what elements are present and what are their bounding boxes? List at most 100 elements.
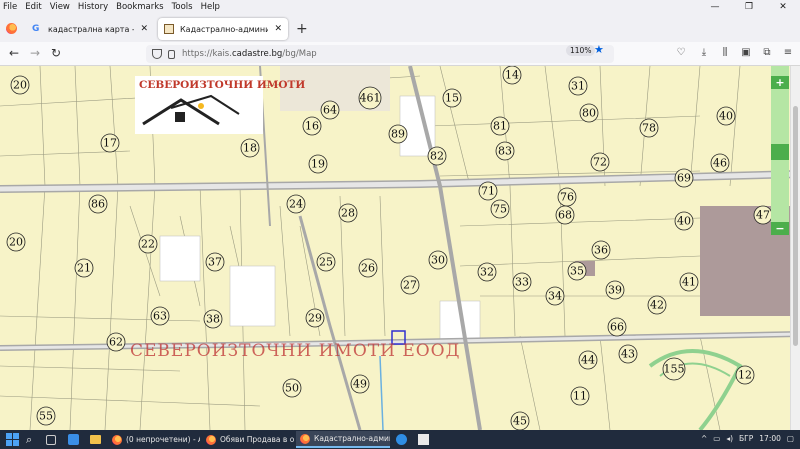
library-icon[interactable]: ⫼: [718, 47, 732, 58]
url-bar[interactable]: https://kais.cadastre.bg/bg/Map: [146, 45, 614, 63]
zoom-slider-handle[interactable]: [771, 144, 789, 160]
parcel-number-label: 76: [560, 191, 574, 204]
zoom-in-button[interactable]: +: [771, 76, 789, 89]
parcel-number-label: 19: [311, 158, 325, 171]
parcel-number-label: 55: [39, 410, 53, 423]
parcel-number-label: 86: [91, 198, 105, 211]
pocket-icon[interactable]: ♡: [674, 47, 688, 58]
taskbar-app-cadastre[interactable]: Кадастрално-админ...: [296, 431, 390, 448]
parcel-number-label: 38: [206, 313, 220, 326]
vertical-scrollbar[interactable]: [790, 66, 800, 430]
menu-history[interactable]: History: [78, 2, 108, 12]
sidebar-icon[interactable]: ▣: [739, 47, 753, 58]
map-canvas[interactable]: 20 17 86 20 21 22 37 62 63 38 55 64 461 16 18 19 24 28 25 2…: [0, 66, 800, 430]
zoom-out-button[interactable]: −: [771, 222, 789, 235]
parcel-number-label: 33: [515, 276, 529, 289]
parcel-number-label: 89: [391, 128, 405, 141]
volume-icon[interactable]: ◂): [726, 434, 733, 443]
chevron-up-icon[interactable]: ^: [701, 434, 707, 443]
parcel-number-label: 22: [141, 238, 155, 251]
navigation-bar: ← → ↻ https://kais.cadastre.bg/bg/Map 11…: [0, 42, 800, 66]
parcel-number-label: 461: [360, 92, 381, 105]
zoom-level-badge[interactable]: 110%: [566, 45, 596, 56]
new-tab-button[interactable]: +: [296, 21, 308, 37]
restore-button[interactable]: ❐: [732, 0, 766, 14]
parcel-number-label: 29: [308, 312, 322, 325]
cadastral-map[interactable]: 20 17 86 20 21 22 37 62 63 38 55 64 461 16 18 19 24 28 25 2…: [0, 66, 800, 430]
taskbar-app-ads[interactable]: Обяви Продава в об...: [202, 431, 294, 448]
parcel-number-label: 75: [493, 203, 507, 216]
shield-icon[interactable]: [152, 49, 162, 59]
logo-title: СЕВЕРОИЗТОЧНИ ИМОТИ: [139, 79, 306, 91]
parcel-number-label: 11: [573, 390, 587, 403]
minimize-button[interactable]: —: [698, 0, 732, 14]
widgets-icon[interactable]: [68, 434, 79, 445]
close-window-button[interactable]: ✕: [766, 0, 800, 14]
cadastre-icon: [164, 24, 174, 34]
menu-bookmarks[interactable]: Bookmarks: [116, 2, 164, 12]
edge-icon[interactable]: [396, 434, 407, 445]
watermark-text: СЕВЕРОИЗТОЧНИ ИМОТИ ЕООД: [130, 341, 461, 361]
parcel-number-label: 81: [493, 120, 507, 133]
tab-google-search[interactable]: G кадастрална карта - Google Търс ✕: [26, 18, 154, 40]
forward-button[interactable]: →: [27, 46, 43, 60]
parcel-number-label: 42: [650, 299, 664, 312]
parcel-number-label: 14: [505, 69, 519, 82]
parcel-number-label: 25: [319, 256, 333, 269]
firefox-view-icon[interactable]: [6, 23, 17, 34]
file-explorer-icon[interactable]: [90, 435, 101, 444]
tab-title: кадастрална карта - Google Търс: [48, 24, 134, 34]
store-icon[interactable]: [418, 434, 429, 445]
parcel-number-label: 15: [445, 92, 459, 105]
search-icon[interactable]: ⌕: [26, 433, 39, 446]
windows-taskbar: ⌕ (0 непрочетени) - АБ... Обяви Продава …: [0, 430, 800, 449]
taskbar-app-email[interactable]: (0 непрочетени) - АБ...: [108, 431, 200, 448]
firefox-icon: [112, 434, 122, 445]
reload-button[interactable]: ↻: [48, 46, 64, 60]
windows-start-icon[interactable]: [6, 433, 19, 446]
menu-file[interactable]: File: [3, 2, 17, 12]
parcel-number-label: 49: [353, 378, 367, 391]
close-tab-icon[interactable]: ✕: [274, 24, 282, 34]
language-indicator[interactable]: БГР: [739, 434, 753, 443]
parcel-number-label: 36: [594, 244, 608, 257]
parcel-number-label: 31: [571, 80, 585, 93]
parcel-number-label: 17: [103, 137, 117, 150]
url-text[interactable]: https://kais.cadastre.bg/bg/Map: [182, 49, 317, 59]
parcel-number-label: 64: [323, 104, 337, 117]
parcel-number-label: 155: [664, 363, 685, 376]
parcel-number-label: 20: [9, 236, 23, 249]
lock-icon[interactable]: [168, 49, 175, 59]
parcel-number-label: 68: [558, 209, 572, 222]
parcel-number-label: 27: [403, 279, 417, 292]
firefox-icon: [206, 434, 216, 445]
network-icon[interactable]: ▭: [713, 434, 720, 443]
parcel-number-label: 82: [430, 150, 444, 163]
extensions-icon[interactable]: ⧉: [760, 47, 774, 58]
close-tab-icon[interactable]: ✕: [140, 24, 148, 34]
parcel-number-label: 44: [581, 354, 595, 367]
menu-bar: File Edit View History Bookmarks Tools H…: [0, 0, 800, 13]
downloads-icon[interactable]: ⤓: [697, 47, 711, 58]
menu-tools[interactable]: Tools: [172, 2, 193, 12]
parcel-number-label: 40: [677, 215, 691, 228]
parcel-number-label: 35: [570, 265, 584, 278]
notifications-icon[interactable]: ▢: [787, 434, 794, 443]
tab-cadastre[interactable]: Кадастрално-административна ✕: [158, 18, 288, 40]
back-button[interactable]: ←: [6, 46, 22, 60]
scrollbar-thumb[interactable]: [793, 106, 798, 346]
task-view-icon[interactable]: [46, 435, 56, 445]
menu-icon[interactable]: ≡: [781, 47, 795, 58]
parcel-number-label: 40: [719, 110, 733, 123]
menu-view[interactable]: View: [50, 2, 70, 12]
clock[interactable]: 17:00: [759, 434, 781, 443]
menu-help[interactable]: Help: [201, 2, 220, 12]
parcel-number-label: 46: [713, 157, 727, 170]
menu-edit[interactable]: Edit: [25, 2, 41, 12]
browser-window: File Edit View History Bookmarks Tools H…: [0, 0, 800, 449]
bookmark-star-icon[interactable]: ★: [594, 43, 604, 56]
parcel-number-label: 72: [593, 156, 607, 169]
tab-title: Кадастрално-административна: [180, 24, 269, 34]
parcel-number-label: 45: [513, 415, 527, 428]
window-controls: — ❐ ✕: [698, 0, 800, 14]
